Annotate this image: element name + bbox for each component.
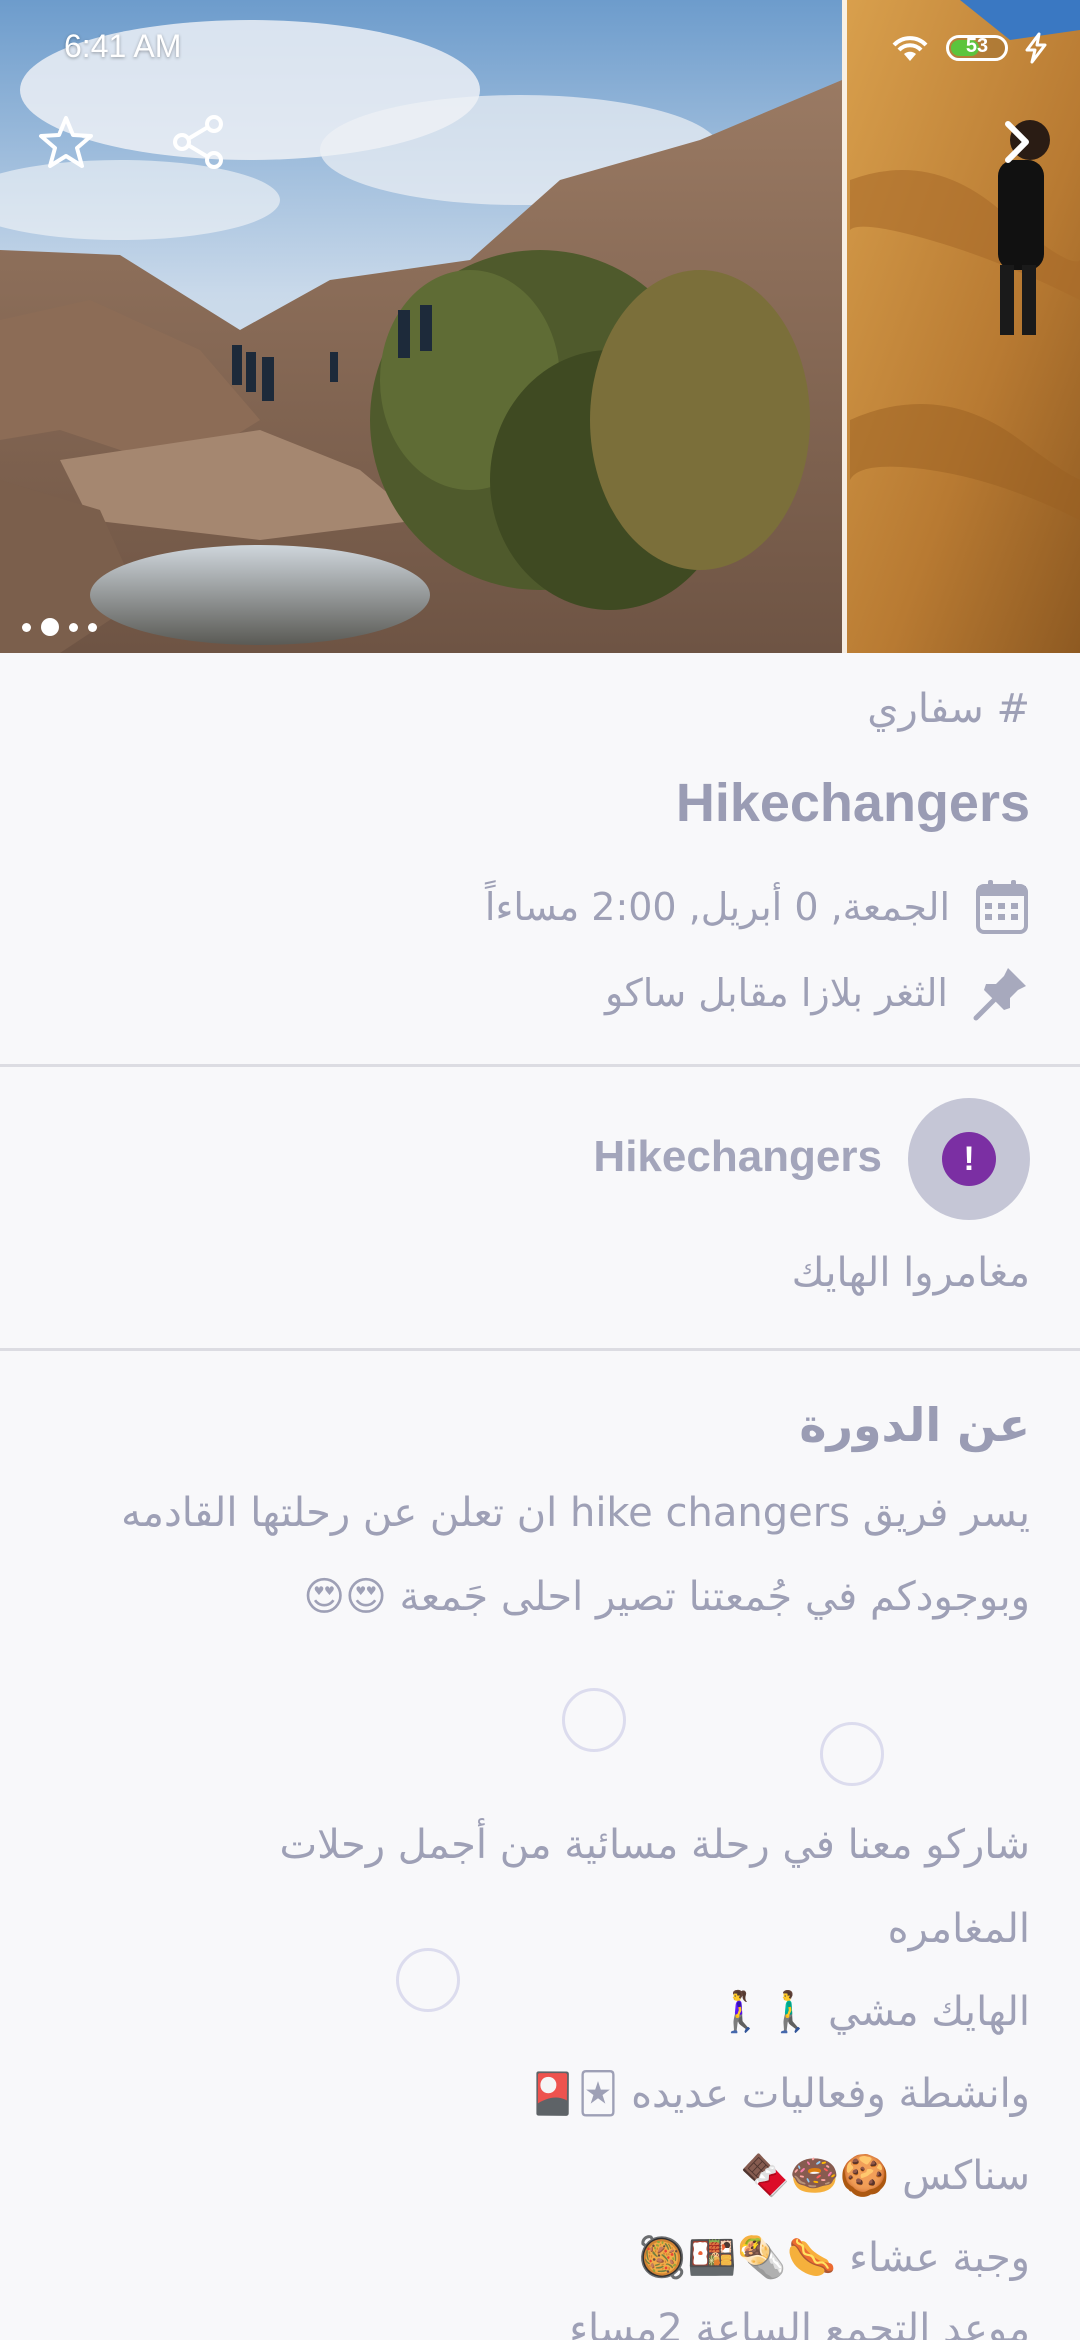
wifi-icon [892, 36, 928, 61]
event-category[interactable]: # سفاري [867, 686, 1030, 732]
organizer-subtitle: مغامروا الهايك [791, 1250, 1030, 1296]
loading-spinner [396, 1948, 460, 2012]
pin-icon [973, 968, 1026, 1021]
share-button[interactable] [158, 102, 238, 182]
about-line: المغامره [887, 1906, 1030, 1952]
battery-icon: 53 [946, 35, 1008, 61]
status-time: 6:41 AM [64, 28, 182, 64]
status-icons: 53 [888, 28, 1050, 68]
hero-photo [0, 0, 1080, 653]
event-date-row: الجمعة, 0 أبريل, 2:00 مساءاً [485, 878, 1030, 936]
about-line: سناكس 🍪🍩🍫 [740, 2153, 1030, 2199]
about-line: وبوجودكم في جُمعتنا تصير احلى جَمعة 😍😍 [303, 1574, 1030, 1620]
pager-dot[interactable] [22, 622, 31, 632]
event-date: الجمعة, 0 أبريل, 2:00 مساءاً [484, 885, 950, 929]
pager-dot[interactable] [69, 622, 78, 632]
event-location[interactable]: الثغر بلازا مقابل ساكو [605, 971, 948, 1015]
divider [0, 1348, 1080, 1351]
organizer-avatar[interactable]: ! [908, 1098, 1030, 1220]
about-line: شاركو معنا في رحلة مسائية من أجمل رحلات [279, 1822, 1030, 1868]
star-outline-icon [39, 116, 93, 168]
pager-dot-active[interactable] [41, 618, 59, 636]
status-bar: 6:41 AM 53 [0, 0, 1080, 95]
carousel-pager[interactable] [22, 618, 97, 636]
about-line: وانشطة وفعاليات عديده 🃏🎴 [527, 2071, 1030, 2117]
share-icon [173, 115, 223, 169]
next-image-button[interactable] [976, 102, 1056, 182]
alert-icon: ! [942, 1132, 996, 1186]
hero-image-carousel[interactable]: 6:41 AM 53 [0, 0, 1080, 653]
event-title: Hikechangers [675, 773, 1030, 833]
divider [0, 1064, 1080, 1067]
event-location-row[interactable]: الثغر بلازا مقابل ساكو [605, 964, 1030, 1022]
battery-percent: 53 [965, 35, 989, 57]
about-line: الهايك مشي 🚶‍♂️🚶‍♀️ [715, 1989, 1030, 2035]
about-line: وجبة عشاء 🌭🌯🍱🥘 [637, 2235, 1030, 2281]
loading-spinner [562, 1688, 626, 1752]
calendar-icon [976, 880, 1028, 934]
about-line: يسر فريق hike changers ان تعلن عن رحلتها… [121, 1490, 1030, 1536]
event-details-screen: 6:41 AM 53 # سفاري Hikechangers الجمعة, … [0, 0, 1080, 2340]
loading-spinner [820, 1722, 884, 1786]
favorite-button[interactable] [26, 102, 106, 182]
charging-icon [1025, 32, 1047, 64]
chevron-right-icon [1005, 121, 1029, 163]
about-heading: عن الدورة [799, 1398, 1030, 1452]
organizer-name[interactable]: Hikechangers [593, 1132, 882, 1182]
about-line: موعد التجمع الساعة 2مساء [569, 2306, 1030, 2340]
pager-dot[interactable] [88, 622, 97, 632]
